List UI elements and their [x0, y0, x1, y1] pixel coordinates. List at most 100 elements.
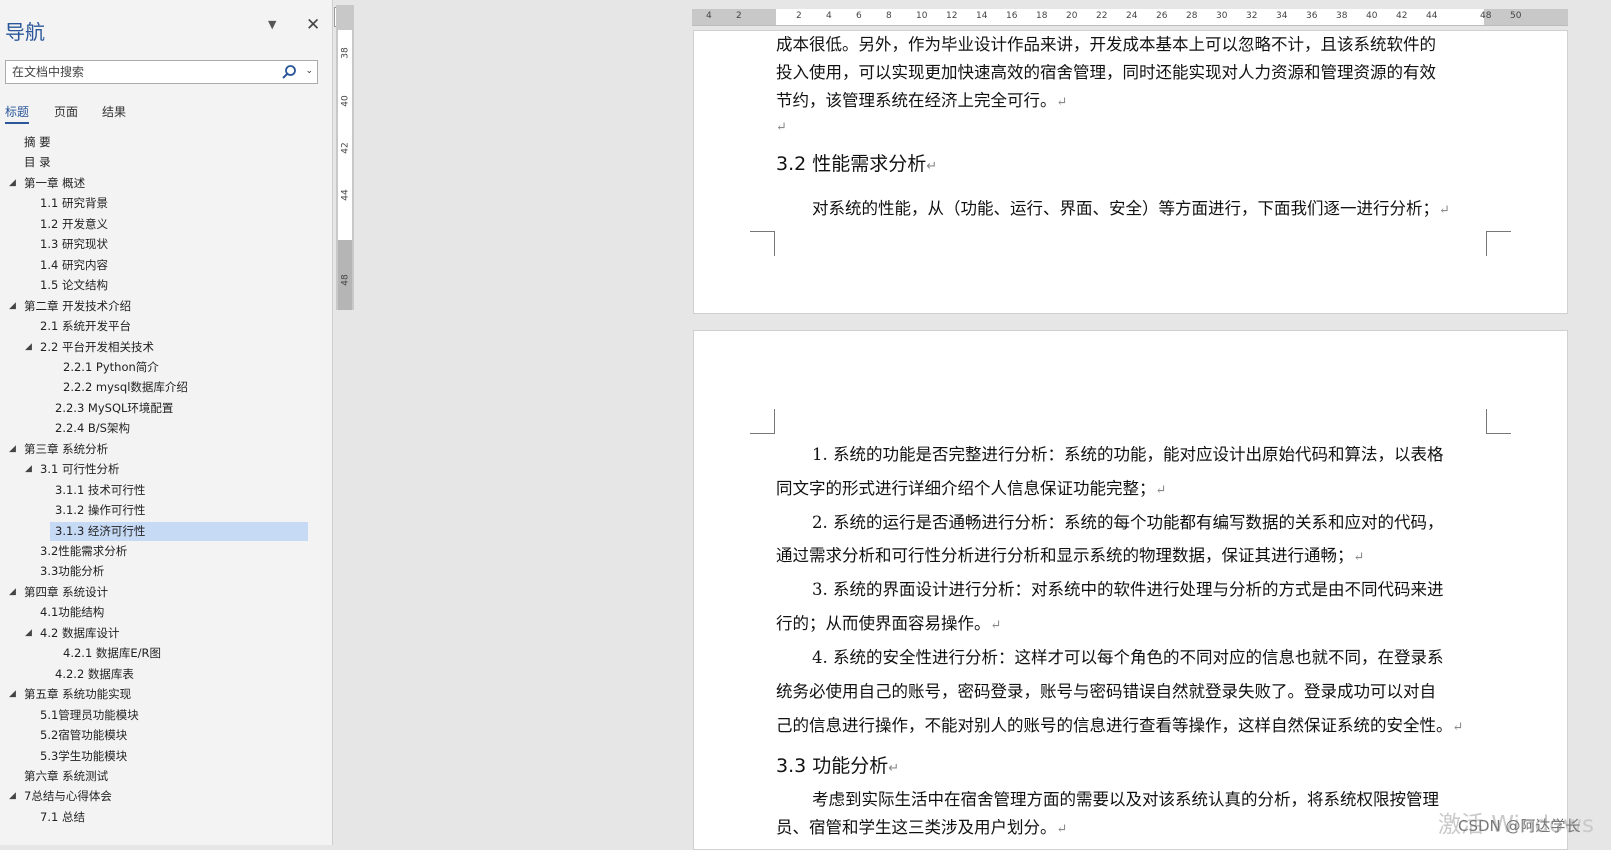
toc-item[interactable]: 4.2.2 数据库表 — [55, 665, 134, 684]
toc-item[interactable]: 1.4 研究内容 — [40, 256, 108, 275]
toc-item-label: 2.2.2 mysql数据库介绍 — [63, 380, 188, 395]
toc-item[interactable]: 4.2 数据库设计 — [40, 624, 119, 643]
expand-toggle-icon[interactable]: ◢ — [25, 624, 32, 643]
toc-item[interactable]: 4.1功能结构 — [40, 603, 104, 622]
tab-results[interactable]: 结果 — [102, 103, 126, 120]
toc-item[interactable]: 7.1 总结 — [40, 808, 85, 827]
paragraph-mark: ↵ — [888, 761, 900, 776]
ruler-tick-label: 36 — [1306, 11, 1318, 21]
toc-item[interactable]: 第一章 概述 — [24, 174, 85, 193]
ruler-tick-label: 6 — [856, 11, 862, 21]
expand-toggle-icon[interactable]: ◢ — [9, 297, 16, 316]
expand-toggle-icon[interactable]: ◢ — [25, 338, 32, 357]
toc-item-label: 1.4 研究内容 — [40, 257, 108, 272]
document-page[interactable]: 1. 系统的功能是否完整进行分析：系统的功能，能对应设计出原始代码和算法，以表格… — [693, 330, 1568, 850]
paragraph-mark: ↵ — [1452, 720, 1464, 735]
ruler-tick-label: 38 — [1336, 11, 1348, 21]
toc-item-label: 4.2 数据库设计 — [40, 625, 120, 640]
expand-toggle-icon[interactable]: ◢ — [9, 174, 16, 193]
ruler-tick-label: 40 — [1366, 11, 1378, 21]
list-item-line: 1. 系统的功能是否完整进行分析：系统的功能，能对应设计出原始代码和算法，以表格 — [812, 445, 1444, 464]
search-input[interactable] — [12, 64, 282, 80]
toc-item[interactable]: 3.1.1 技术可行性 — [55, 481, 145, 500]
horizontal-ruler[interactable]: 4 2 2 4 6 8 10 12 14 16 18 20 22 24 26 28 30 32 34 36 38 40 42… — [692, 9, 1568, 26]
toc-item[interactable]: 第六章 系统测试 — [24, 767, 108, 786]
tab-pages[interactable]: 页面 — [54, 103, 78, 120]
toc-item[interactable]: 3.1 可行性分析 — [40, 460, 119, 479]
toc-item[interactable]: 1.1 研究背景 — [40, 194, 108, 213]
toc-item[interactable]: 2.2.4 B/S架构 — [55, 419, 130, 438]
toc-item-label: 5.1管理员功能模块 — [40, 707, 139, 722]
toc-item[interactable]: 目 录 — [24, 153, 51, 172]
toc-item[interactable]: 1.5 论文结构 — [40, 276, 108, 295]
toc-item[interactable]: 3.3功能分析 — [40, 562, 104, 581]
ruler-tick-label: 48 — [1480, 11, 1492, 21]
close-icon[interactable]: ✕ — [306, 15, 320, 35]
toc-item[interactable]: 1.3 研究现状 — [40, 235, 108, 254]
navigation-pane: 导航 ▼ ✕ ⌄ 标题 页面 结果 摘 要目 录第一章 概述 ◢ 1.1 研究背景 1… — [0, 0, 333, 845]
ruler-left-margin — [692, 9, 776, 25]
paragraph-mark: ↵ — [990, 618, 1002, 633]
toc-item[interactable]: 5.2宿管功能模块 — [40, 726, 127, 745]
toc-item[interactable]: 第五章 系统功能实现 — [24, 685, 131, 704]
toc-item-label: 第二章 开发技术介绍 — [24, 298, 132, 313]
toc-item[interactable]: 2.2 平台开发相关技术 — [40, 338, 154, 357]
search-box[interactable]: ⌄ — [5, 60, 318, 84]
toc-item[interactable]: 3.1.2 操作可行性 — [55, 501, 145, 520]
csdn-watermark: CSDN @阿达学长 — [1458, 817, 1581, 835]
toc-item[interactable]: 5.1管理员功能模块 — [40, 706, 139, 725]
toc-item[interactable]: 2.2.3 MySQL环境配置 — [55, 399, 173, 418]
ruler-tick-label: 28 — [1186, 11, 1198, 21]
ruler-tick-label: 4 — [826, 11, 832, 21]
ruler-tick-label: 4 — [706, 11, 712, 21]
list-item-line: 4. 系统的安全性进行分析：这样才可以每个角色的不同对应的信息也就不同，在登录系 — [812, 648, 1444, 667]
paragraph-line: 考虑到实际生活中在宿舍管理方面的需要以及对该系统认真的分析，将系统权限按管理 — [812, 790, 1439, 809]
ruler-tick-label: 2 — [796, 11, 802, 21]
toc-item-label: 1.5 论文结构 — [40, 278, 108, 293]
toc-item[interactable]: 7总结与心得体会 — [24, 787, 112, 806]
expand-toggle-icon[interactable]: ◢ — [9, 440, 16, 459]
document-page[interactable]: 成本很低。另外，作为毕业设计作品来讲，开发成本基本上可以忽略不计，且该系统软件的… — [693, 30, 1568, 314]
ruler-tick-label: 8 — [886, 11, 892, 21]
expand-toggle-icon[interactable]: ◢ — [25, 460, 32, 479]
toc-item[interactable]: 2.2.1 Python简介 — [63, 358, 159, 377]
search-icon[interactable] — [281, 64, 297, 80]
paragraph-mark: ↵ — [1056, 95, 1068, 110]
ruler-tick-label: 20 — [1066, 11, 1078, 21]
toc-item[interactable]: 第四章 系统设计 — [24, 583, 108, 602]
toc-item[interactable]: 1.2 开发意义 — [40, 215, 108, 234]
vertical-ruler-label: 44 — [340, 189, 351, 201]
expand-toggle-icon[interactable]: ◢ — [9, 583, 16, 602]
tab-headings[interactable]: 标题 — [5, 103, 29, 120]
toc-item-label: 7.1 总结 — [40, 809, 85, 824]
ruler-tick-label: 30 — [1216, 11, 1228, 21]
toc-item[interactable]: 第三章 系统分析 — [24, 440, 108, 459]
toc-item[interactable]: 第二章 开发技术介绍 — [24, 297, 131, 316]
chevron-down-icon[interactable]: ▼ — [268, 18, 276, 31]
toc-item[interactable]: 摘 要 — [24, 133, 51, 152]
toc-item[interactable]: 2.2.2 mysql数据库介绍 — [63, 378, 188, 397]
toc-item[interactable]: 2.1 系统开发平台 — [40, 317, 131, 336]
expand-toggle-icon[interactable]: ◢ — [9, 685, 16, 704]
toc-item[interactable]: 3.1.3 经济可行性 — [50, 521, 308, 541]
toc-item[interactable]: 4.2.1 数据库E/R图 — [63, 644, 161, 663]
toc-item-label: 1.3 研究现状 — [40, 237, 108, 252]
toc-item-label: 7总结与心得体会 — [24, 789, 112, 804]
ruler-tick-label: 16 — [1006, 11, 1018, 21]
toc-item-label: 第四章 系统设计 — [24, 584, 109, 599]
toc-item-label: 1.1 研究背景 — [40, 196, 108, 211]
toc-item-label: 2.2 平台开发相关技术 — [40, 339, 154, 354]
paragraph-line: 成本很低。另外，作为毕业设计作品来讲，开发成本基本上可以忽略不计，且该系统软件的 — [776, 35, 1436, 54]
toc-item[interactable]: 3.2性能需求分析 — [40, 542, 127, 561]
toc-item[interactable]: 5.3学生功能模块 — [40, 747, 127, 766]
search-options-icon[interactable]: ⌄ — [305, 66, 313, 76]
ruler-tick-label: 44 — [1426, 11, 1438, 21]
crop-mark — [750, 231, 775, 256]
nav-title: 导航 — [5, 20, 45, 44]
vertical-ruler-white — [338, 30, 352, 240]
list-item-line: 同文字的形式进行详细介绍个人信息保证功能完整；↵ — [776, 479, 1167, 498]
ruler-tick-label: 22 — [1096, 11, 1108, 21]
paragraph-mark: ↵ — [926, 159, 938, 174]
expand-toggle-icon[interactable]: ◢ — [9, 787, 16, 806]
toc-item-label: 第一章 概述 — [24, 175, 86, 190]
